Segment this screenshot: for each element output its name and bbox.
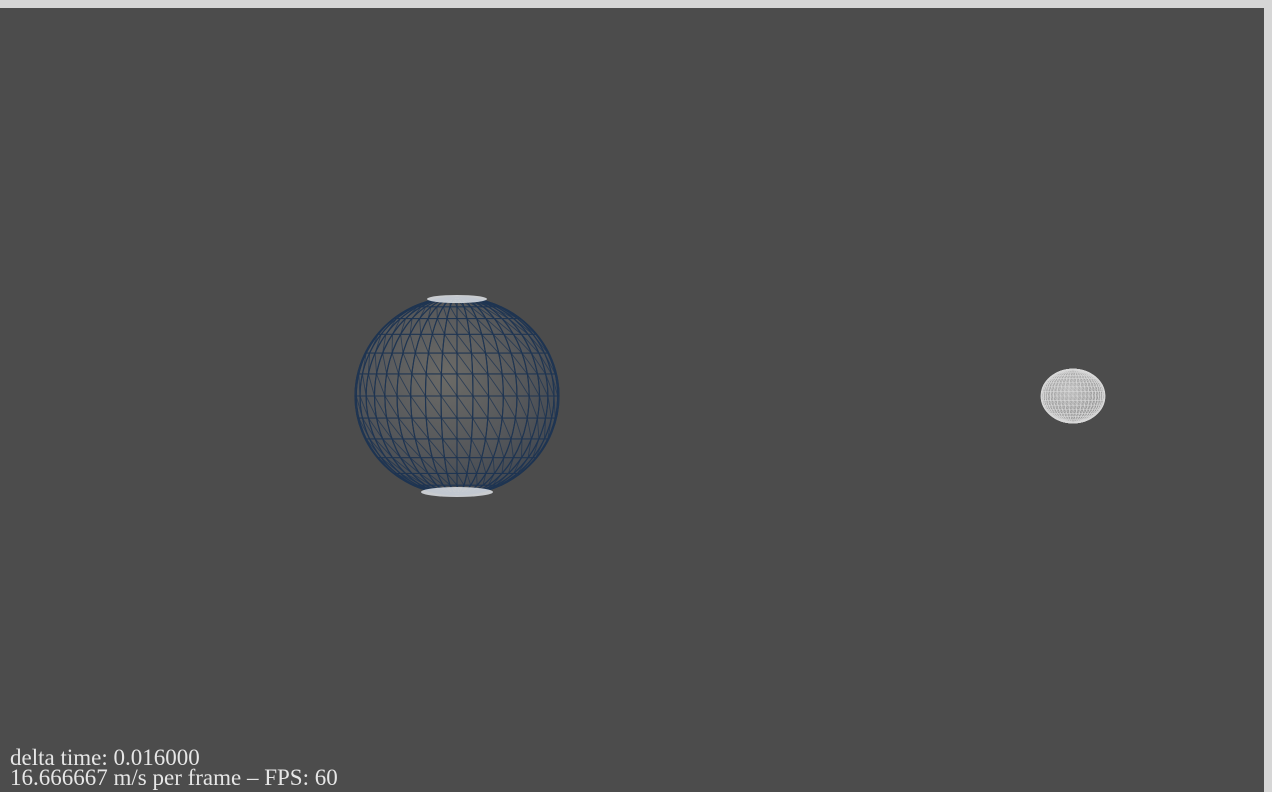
render-viewport[interactable]: delta time: 0.016000 16.666667 m/s per f… <box>0 8 1264 792</box>
polar-cap <box>427 295 487 303</box>
scene-canvas <box>354 295 1106 497</box>
hud-overlay: delta time: 0.016000 16.666667 m/s per f… <box>10 746 338 790</box>
polar-cap <box>421 487 493 497</box>
moon-sphere <box>1040 368 1106 424</box>
planet-sphere <box>354 295 560 497</box>
frame-stats-label: 16.666667 m/s per frame – FPS: 60 <box>10 765 338 790</box>
